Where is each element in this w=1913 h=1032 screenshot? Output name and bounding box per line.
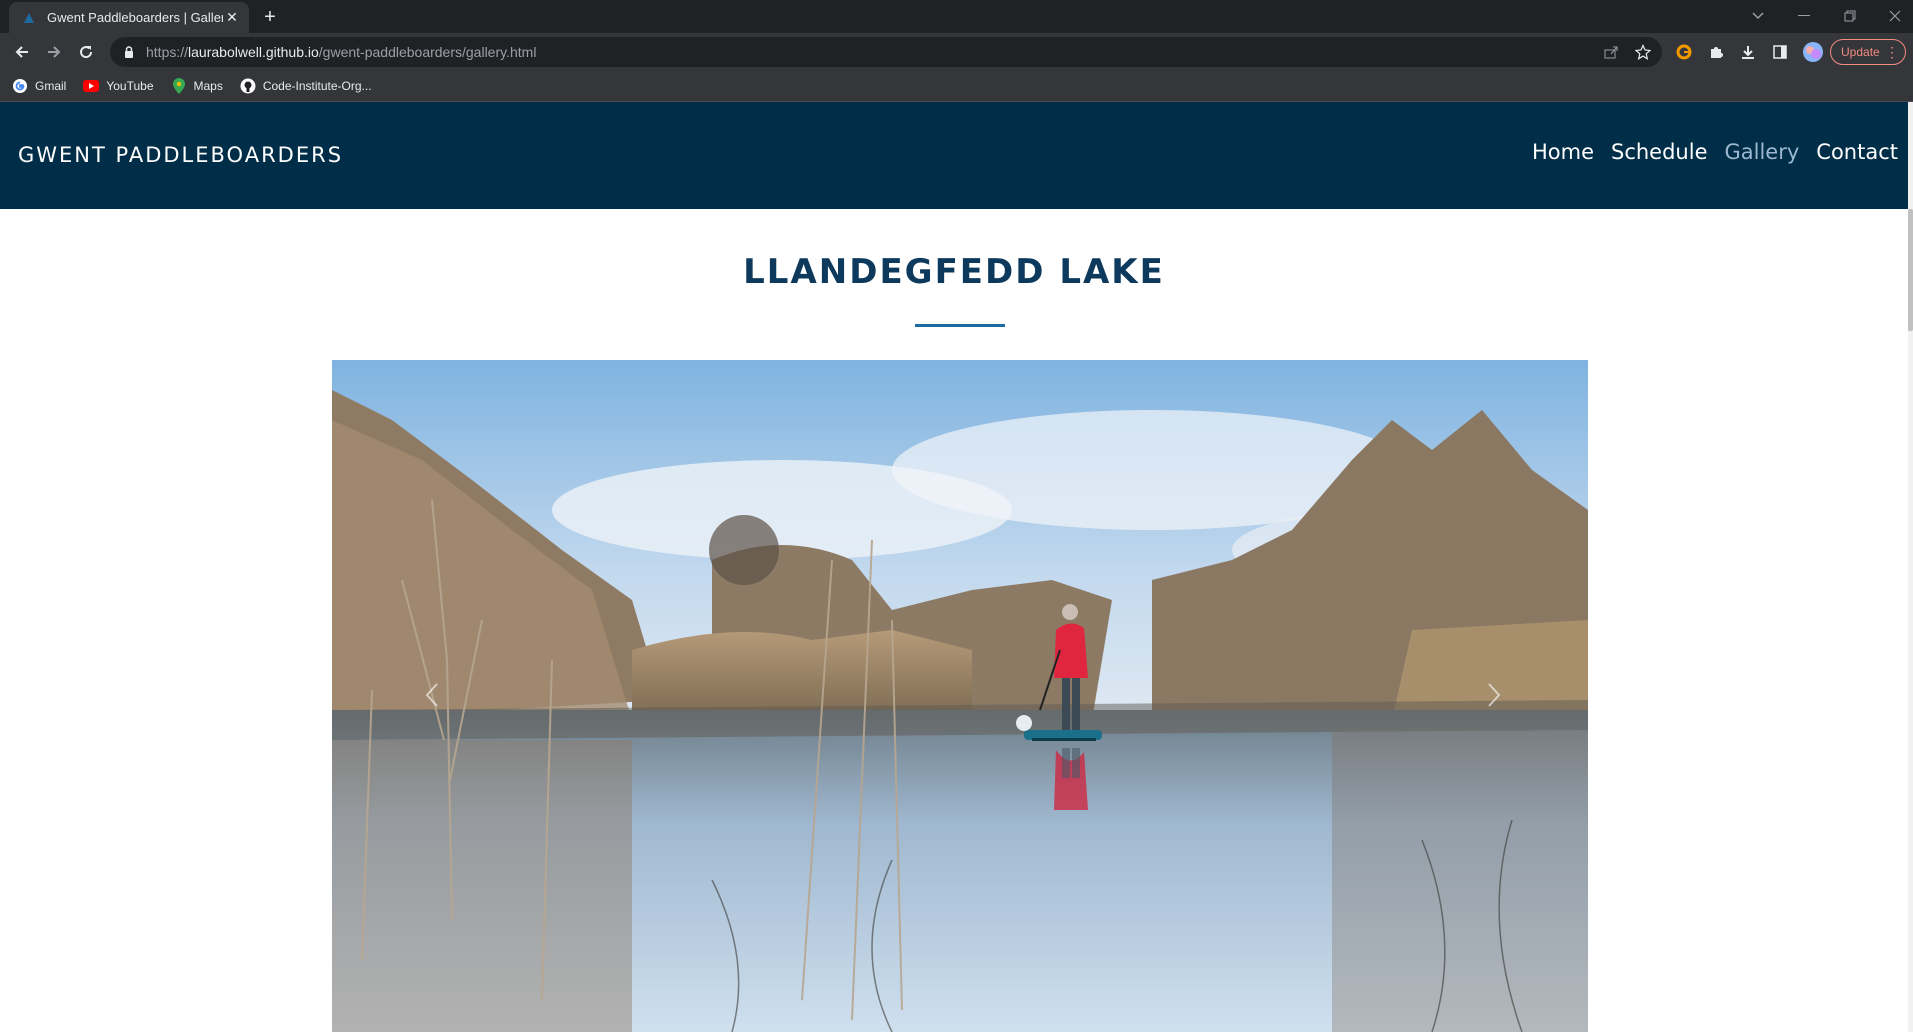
nav-schedule[interactable]: Schedule [1611, 140, 1708, 164]
extension-g-icon[interactable] [1674, 42, 1694, 62]
main-menu: Home Schedule Gallery Contact [1515, 140, 1898, 164]
url-host: laurabolwell.github.io [188, 44, 319, 60]
forward-button[interactable] [40, 38, 68, 66]
github-icon [240, 78, 256, 94]
google-icon [12, 78, 28, 94]
lock-icon[interactable] [122, 45, 136, 59]
bookmark-label: Gmail [35, 79, 67, 93]
carousel-next-button[interactable] [1474, 670, 1514, 720]
profile-avatar-icon[interactable] [1801, 40, 1825, 64]
paddleboarder-photo [332, 360, 1588, 1032]
reload-button[interactable] [72, 38, 100, 66]
chevron-left-icon [425, 683, 438, 707]
page-scrollbar[interactable] [1908, 102, 1913, 1032]
gallery-carousel[interactable] [332, 360, 1588, 1032]
bookmark-label: YouTube [106, 79, 154, 93]
bookmarks-bar: Gmail YouTube Maps Code-Institute-Org... [0, 71, 1913, 102]
extensions-puzzle-icon[interactable] [1706, 42, 1726, 62]
nav-gallery[interactable]: Gallery [1725, 140, 1800, 164]
restore-button[interactable] [1832, 2, 1868, 30]
url-scheme: https:// [146, 44, 189, 60]
nav-contact[interactable]: Contact [1816, 140, 1898, 164]
url-path: /gwent-paddleboarders/gallery.html [318, 44, 537, 60]
new-tab-button[interactable]: + [258, 5, 282, 29]
bookmark-maps[interactable]: Maps [171, 78, 223, 94]
nav-home[interactable]: Home [1532, 140, 1594, 164]
tab-strip: Gwent Paddleboarders | Gallery ✕ + [0, 0, 1913, 33]
close-tab-icon[interactable]: ✕ [223, 10, 241, 26]
share-icon[interactable] [1603, 44, 1619, 60]
url-text: https://laurabolwell.github.io/gwent-pad… [146, 44, 536, 60]
more-menu-icon[interactable]: ⋮ [1885, 44, 1899, 61]
bookmark-gmail[interactable]: Gmail [12, 78, 66, 94]
bookmark-youtube[interactable]: YouTube [83, 78, 154, 94]
site-favicon-icon [21, 10, 37, 26]
chevron-right-icon [1488, 683, 1501, 707]
address-bar[interactable]: https://laurabolwell.github.io/gwent-pad… [110, 37, 1662, 67]
carousel-prev-button[interactable] [412, 670, 452, 720]
side-panel-icon[interactable] [1770, 42, 1790, 62]
browser-toolbar: https://laurabolwell.github.io/gwent-pad… [0, 33, 1913, 71]
bookmark-label: Code-Institute-Org... [262, 79, 372, 93]
tab-title: Gwent Paddleboarders | Gallery [47, 10, 223, 25]
update-button[interactable]: Update ⋮ [1830, 39, 1906, 65]
bookmark-label: Maps [193, 79, 223, 93]
browser-chrome: Gwent Paddleboarders | Gallery ✕ + https… [0, 0, 1913, 102]
browser-tab[interactable]: Gwent Paddleboarders | Gallery ✕ [9, 2, 249, 33]
bookmark-star-icon[interactable] [1635, 44, 1651, 60]
youtube-icon [83, 78, 100, 94]
page-title: LLANDEGFEDD LAKE [743, 252, 1165, 292]
tab-search-icon[interactable] [1740, 2, 1776, 30]
download-icon[interactable] [1738, 42, 1758, 62]
close-window-button[interactable] [1877, 2, 1913, 30]
back-button[interactable] [8, 38, 36, 66]
scrollbar-thumb[interactable] [1908, 209, 1913, 331]
title-divider [915, 324, 1005, 327]
bookmark-code-institute[interactable]: Code-Institute-Org... [240, 78, 372, 94]
site-brand[interactable]: GWENT PADDLEBOARDERS [18, 143, 343, 167]
site-navbar: GWENT PADDLEBOARDERS Home Schedule Galle… [0, 102, 1908, 209]
update-label: Update [1841, 45, 1880, 59]
web-page: GWENT PADDLEBOARDERS Home Schedule Galle… [0, 102, 1913, 1032]
minimize-button[interactable] [1786, 2, 1822, 30]
maps-icon [171, 78, 187, 94]
